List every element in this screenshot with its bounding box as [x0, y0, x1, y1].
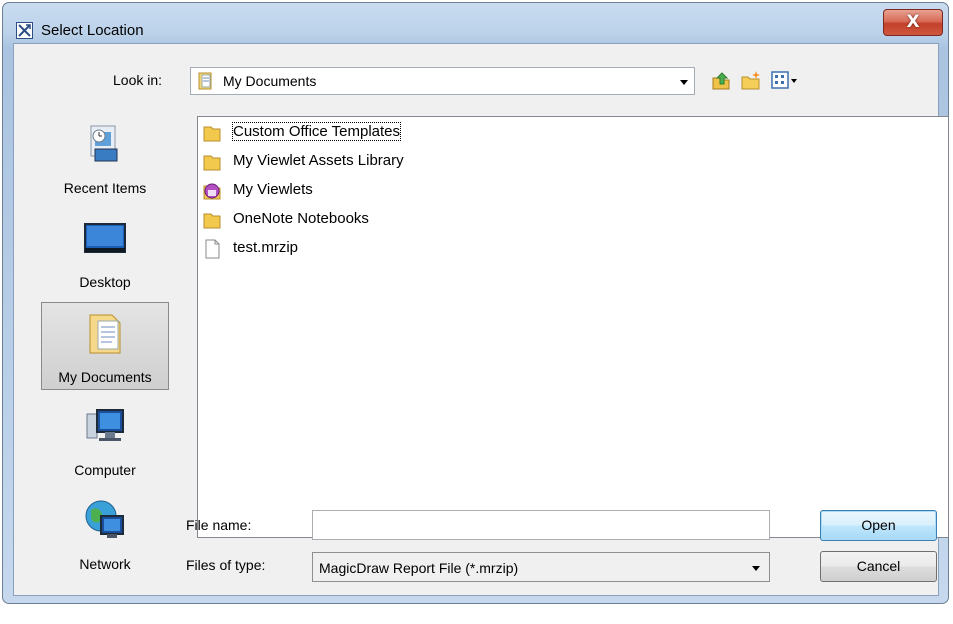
place-desktop[interactable]: Desktop — [41, 208, 169, 296]
look-in-label: Look in: — [113, 72, 163, 88]
cancel-button[interactable]: Cancel — [820, 551, 937, 582]
folder-icon — [202, 152, 222, 172]
place-label: Computer — [74, 462, 136, 478]
title-bar[interactable]: Select Location X — [3, 3, 948, 47]
window-title: Select Location — [41, 22, 144, 39]
documents-folder-icon — [196, 72, 214, 90]
desktop-icon — [83, 216, 127, 260]
network-icon — [83, 498, 127, 542]
file-name: My Viewlet Assets Library — [233, 152, 404, 169]
file-name: Custom Office Templates — [231, 122, 402, 141]
place-label: Network — [79, 556, 131, 572]
look-in-dropdown[interactable]: My Documents — [190, 67, 695, 95]
place-network[interactable]: Network — [41, 490, 169, 578]
place-label: My Documents — [58, 369, 152, 385]
place-my-documents[interactable]: My Documents — [41, 302, 169, 390]
place-computer[interactable]: Computer — [41, 396, 169, 484]
folder-icon — [202, 123, 222, 143]
place-recent-items[interactable]: Recent Items — [41, 114, 169, 202]
new-folder-icon[interactable] — [740, 69, 762, 91]
select-location-dialog: Select Location X Look in: My Documents — [2, 2, 949, 604]
view-menu-icon[interactable] — [770, 69, 800, 91]
recent-items-icon — [83, 122, 127, 166]
place-label: Recent Items — [63, 180, 147, 196]
file-name-input[interactable] — [312, 510, 770, 540]
computer-icon — [83, 404, 127, 448]
files-of-type-dropdown[interactable]: MagicDraw Report File (*.mrzip) — [312, 552, 770, 582]
up-folder-icon[interactable] — [710, 69, 732, 91]
file-name: test.mrzip — [233, 239, 299, 256]
file-name: OneNote Notebooks — [233, 210, 369, 227]
file-icon — [202, 239, 222, 259]
folder-icon — [202, 210, 222, 230]
chevron-down-icon — [752, 566, 760, 571]
file-list[interactable]: Custom Office Templates My Viewlet Asset… — [197, 116, 949, 538]
file-name-label: File name: — [186, 517, 252, 533]
viewlet-folder-icon — [202, 181, 222, 201]
places-bar: Recent Items Desktop My Documents Comput… — [39, 114, 179, 624]
file-name: My Viewlets — [233, 181, 313, 198]
my-documents-icon — [84, 311, 128, 355]
dialog-body: Look in: My Documents Recent Items Deskt… — [13, 43, 949, 596]
close-icon: X — [906, 12, 920, 32]
app-icon — [16, 22, 33, 39]
look-in-value: My Documents — [223, 73, 317, 89]
close-button[interactable]: X — [883, 9, 943, 36]
files-of-type-label: Files of type: — [186, 557, 266, 573]
files-of-type-value: MagicDraw Report File (*.mrzip) — [319, 560, 519, 576]
place-label: Desktop — [79, 274, 131, 290]
chevron-down-icon — [680, 80, 688, 85]
open-button[interactable]: Open — [820, 510, 937, 541]
